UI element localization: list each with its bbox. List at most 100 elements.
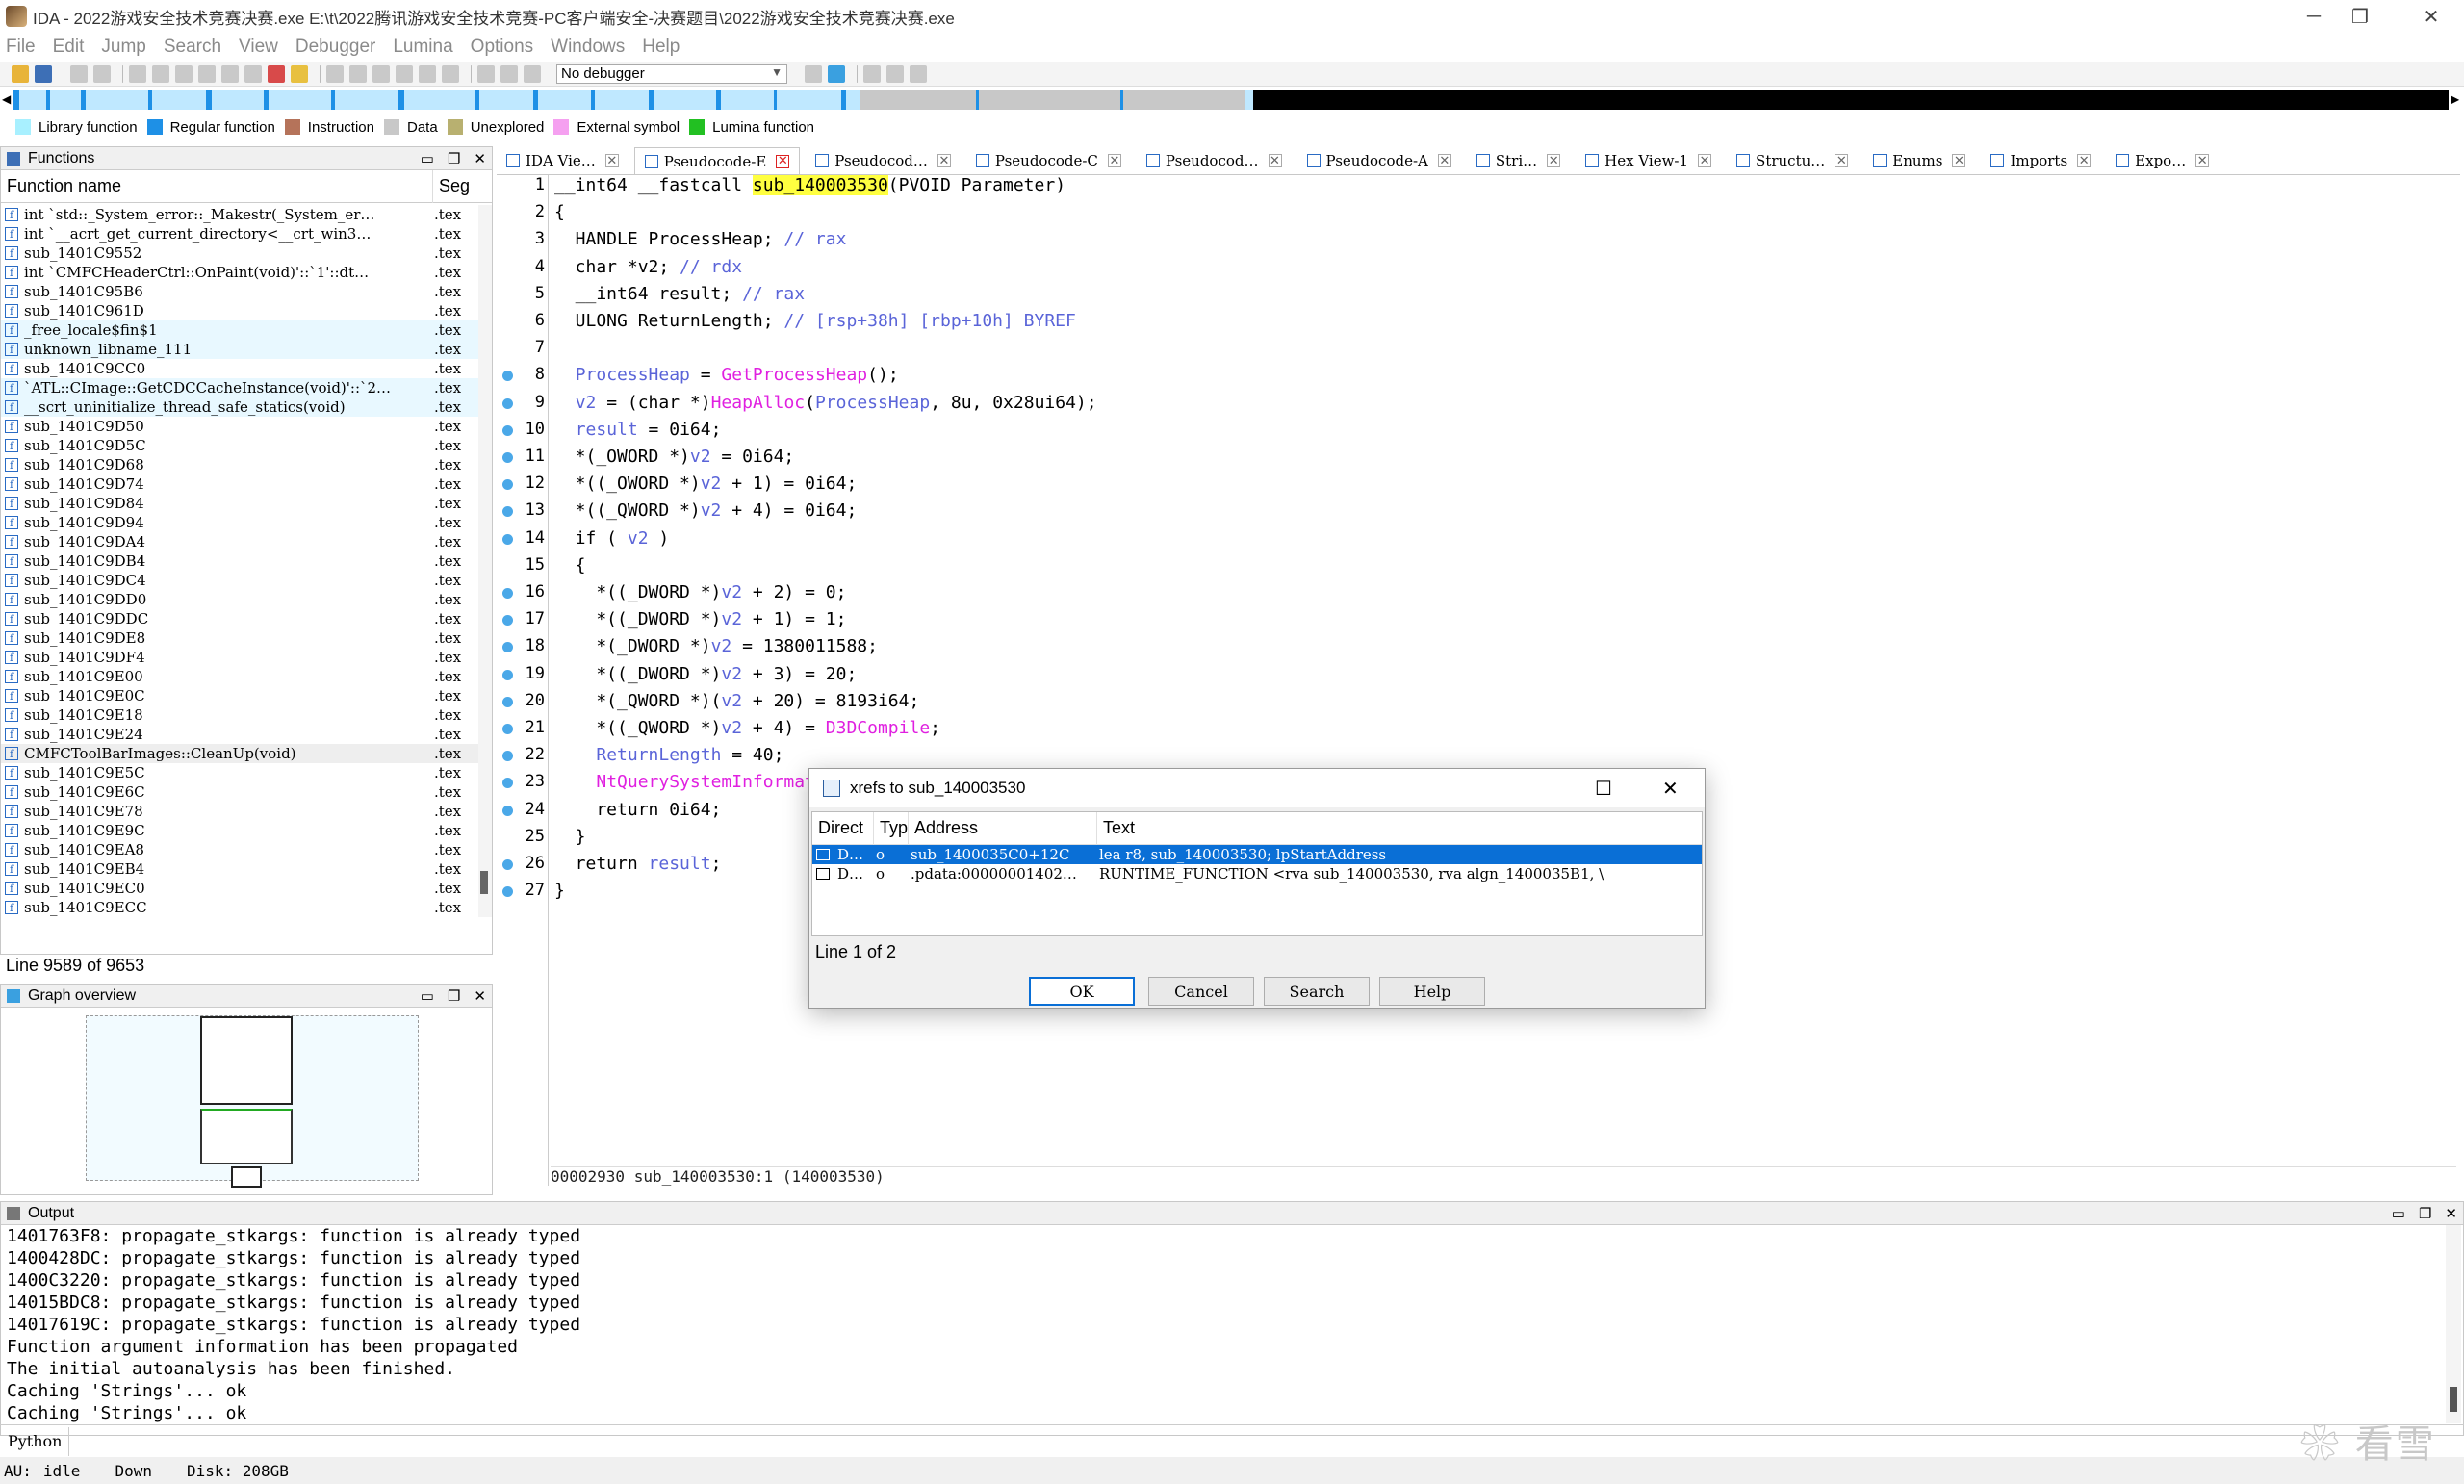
code-line[interactable]: __int64 result; // rax xyxy=(554,284,805,306)
function-row[interactable]: f _free_locale$fin$1 .tex xyxy=(1,320,478,340)
maximize-panel-icon[interactable]: ▭ xyxy=(421,150,434,167)
function-row[interactable]: f sub_1401C9D5C .tex xyxy=(1,436,478,455)
enum-icon[interactable] xyxy=(349,64,367,83)
search-icon[interactable] xyxy=(291,64,308,83)
pause-icon[interactable] xyxy=(500,64,518,83)
code-line[interactable]: { xyxy=(554,555,586,577)
code-line[interactable]: char *v2; // rdx xyxy=(554,257,742,279)
menu-jump[interactable]: Jump xyxy=(101,37,145,58)
code-line[interactable]: } xyxy=(554,881,565,903)
data-icon[interactable] xyxy=(152,64,169,83)
function-row[interactable]: f int `__acrt_get_current_directory<__crt… xyxy=(1,224,478,243)
tab-5[interactable]: Pseudocode-A ✕ xyxy=(1297,147,1461,174)
close-x-icon[interactable] xyxy=(442,64,459,83)
function-row[interactable]: f sub_1401C9552 .tex xyxy=(1,243,478,263)
function-row[interactable]: f sub_1401C9E9C .tex xyxy=(1,821,478,840)
breakpoint-dot-icon[interactable] xyxy=(502,588,513,599)
output-scrollbar[interactable] xyxy=(2446,1225,2461,1423)
code-line[interactable]: } xyxy=(554,827,586,849)
code-line[interactable]: *(_OWORD *)v2 = 0i64; xyxy=(554,447,795,469)
function-row[interactable]: f sub_1401C9E18 .tex xyxy=(1,705,478,725)
function-row[interactable]: f unknown_libname_111 .tex xyxy=(1,340,478,359)
patch-icon[interactable] xyxy=(396,64,413,83)
code-line[interactable]: *((_DWORD *)v2 + 3) = 20; xyxy=(554,664,857,686)
tab-11[interactable]: Expo… ✕ xyxy=(2106,147,2219,174)
function-row[interactable]: f sub_1401C9E6C .tex xyxy=(1,782,478,802)
output-scroll-thumb[interactable] xyxy=(2450,1387,2457,1412)
pseudocode-view[interactable]: 1 2 3 4 5 6 7 8 9 10 11 12 13 14 15 16 17 18 19 20 21 22 23 24 2… xyxy=(497,175,2464,1191)
breakpoint-dot-icon[interactable] xyxy=(502,397,513,409)
function-row[interactable]: f sub_1401C9EA8 .tex xyxy=(1,840,478,859)
function-row[interactable]: f sub_1401C9D94 .tex xyxy=(1,513,478,532)
code-line[interactable]: ReturnLength = 40; xyxy=(554,745,783,767)
col-type[interactable]: Typ xyxy=(874,811,909,845)
nav-left-arrow-icon[interactable]: ◀ xyxy=(2,92,11,106)
tab-close-icon[interactable]: ✕ xyxy=(1698,154,1712,168)
code-line[interactable]: return result; xyxy=(554,854,722,876)
string-icon[interactable] xyxy=(175,64,192,83)
function-row[interactable]: f sub_1401C9D74 .tex xyxy=(1,474,478,494)
tab-close-icon[interactable]: ✕ xyxy=(604,154,619,168)
function-row[interactable]: f int `CMFCHeaderCtrl::OnPaint(void)'::`1… xyxy=(1,263,478,282)
struct-icon[interactable] xyxy=(326,64,344,83)
tab-close-icon[interactable]: ✕ xyxy=(776,154,790,168)
menu-search[interactable]: Search xyxy=(164,37,221,58)
col-text[interactable]: Text xyxy=(1097,812,1702,845)
menu-edit[interactable]: Edit xyxy=(53,37,85,58)
tile-icon[interactable] xyxy=(886,64,904,83)
function-row[interactable]: f sub_1401C961D .tex xyxy=(1,301,478,320)
maximize-panel-icon[interactable]: ▭ xyxy=(421,987,434,1005)
name-icon[interactable] xyxy=(244,64,262,83)
back-arrow-icon[interactable] xyxy=(70,64,88,83)
tab-close-icon[interactable]: ✕ xyxy=(1547,154,1561,168)
functions-scrollbar[interactable] xyxy=(478,205,492,917)
tab-10[interactable]: Imports ✕ xyxy=(1981,147,2100,174)
function-row[interactable]: f sub_1401C9DF4 .tex xyxy=(1,648,478,667)
menu-file[interactable]: File xyxy=(6,37,36,58)
graph-icon[interactable] xyxy=(268,64,285,83)
menu-view[interactable]: View xyxy=(239,37,278,58)
menu-options[interactable]: Options xyxy=(471,37,533,58)
tab-close-icon[interactable]: ✕ xyxy=(1835,154,1849,168)
graph-overview-canvas[interactable] xyxy=(86,1015,419,1188)
function-row[interactable]: f sub_1401C95B6 .tex xyxy=(1,282,478,301)
code-line[interactable]: *((_OWORD *)v2 + 1) = 0i64; xyxy=(554,473,858,496)
xref-icon[interactable] xyxy=(372,64,390,83)
function-row[interactable]: f sub_1401C9DDC .tex xyxy=(1,609,478,628)
menu-debugger[interactable]: Debugger xyxy=(295,37,375,58)
function-row[interactable]: f sub_1401C9E0C .tex xyxy=(1,686,478,705)
menu-lumina[interactable]: Lumina xyxy=(393,37,452,58)
tab-close-icon[interactable]: ✕ xyxy=(1952,154,1966,168)
search-button[interactable]: Search xyxy=(1264,977,1370,1006)
nav-right-arrow-icon[interactable]: ▶ xyxy=(2451,92,2459,106)
maximize-panel-icon[interactable]: ▭ xyxy=(2392,1205,2405,1222)
code-line[interactable]: return 0i64; xyxy=(554,800,721,822)
breakpoint-dot-icon[interactable] xyxy=(502,533,513,545)
function-row[interactable]: f sub_1401C9DA4 .tex xyxy=(1,532,478,551)
cancel-button[interactable]: Cancel xyxy=(1148,977,1254,1006)
code-line[interactable]: *((_QWORD *)v2 + 4) = D3DCompile; xyxy=(554,718,940,740)
layout-icon[interactable] xyxy=(863,64,881,83)
code-line[interactable]: v2 = (char *)HeapAlloc(ProcessHeap, 8u, … xyxy=(554,393,1097,415)
tab-4[interactable]: Pseudocod… ✕ xyxy=(1137,147,1292,174)
breakpoint-icon[interactable] xyxy=(805,64,822,83)
breakpoint-dot-icon[interactable] xyxy=(502,452,513,463)
code-line[interactable]: ULONG ReturnLength; // [rsp+38h] [rbp+10… xyxy=(554,311,1076,333)
function-row[interactable]: f sub_1401C9ECC .tex xyxy=(1,898,478,917)
code-line[interactable]: HANDLE ProcessHeap; // rax xyxy=(554,229,847,251)
code-line[interactable]: __int64 __fastcall sub_140003530(PVOID P… xyxy=(554,175,1065,197)
function-row[interactable]: f sub_1401C9DD0 .tex xyxy=(1,590,478,609)
code-line[interactable]: result = 0i64; xyxy=(554,420,722,442)
function-row[interactable]: f sub_1401C9EB4 .tex xyxy=(1,859,478,879)
menu-windows[interactable]: Windows xyxy=(551,37,625,58)
float-panel-icon[interactable]: ❐ xyxy=(448,150,460,167)
function-row[interactable]: f sub_1401C9D84 .tex xyxy=(1,494,478,513)
tab-close-icon[interactable]: ✕ xyxy=(2195,154,2210,168)
undefine-icon[interactable] xyxy=(221,64,239,83)
float-panel-icon[interactable]: ❐ xyxy=(2419,1205,2431,1222)
xref-row[interactable]: D… o sub_1400035C0+12C lea r8, sub_14000353… xyxy=(812,845,1702,864)
function-row[interactable]: f sub_1401C9D68 .tex xyxy=(1,455,478,474)
xref-row[interactable]: D… o .pdata:00000001402… RUNTIME_FUNCTION <… xyxy=(812,864,1702,883)
tab-close-icon[interactable]: ✕ xyxy=(1107,154,1121,168)
tab-close-icon[interactable]: ✕ xyxy=(2077,154,2092,168)
